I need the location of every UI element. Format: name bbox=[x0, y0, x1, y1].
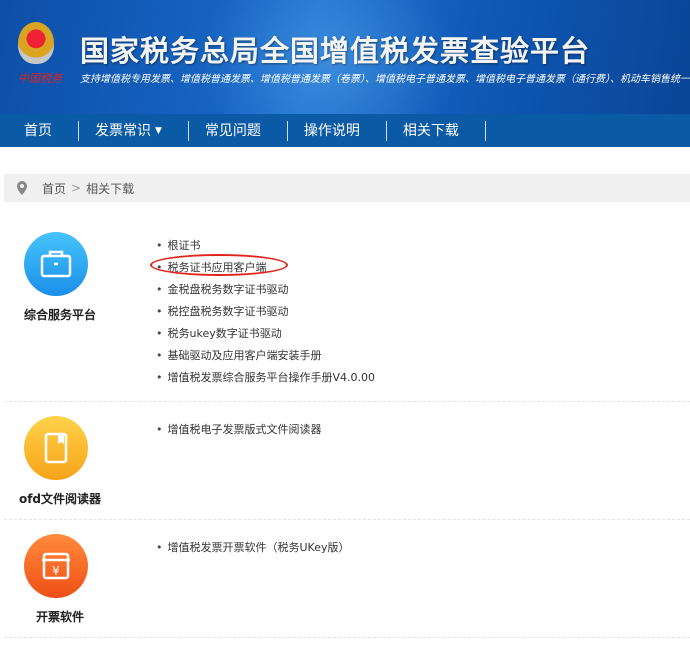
svg-text:¥: ¥ bbox=[52, 564, 60, 578]
chevron-down-icon: ▼ bbox=[155, 125, 162, 136]
section-label: 开票软件 bbox=[35, 610, 84, 624]
site-title: 国家税务总局全国增值税发票查验平台 bbox=[80, 34, 591, 68]
nav-downloads[interactable]: 相关下载 bbox=[387, 120, 486, 141]
download-link[interactable]: 税控盘税务数字证书驱动 bbox=[156, 303, 375, 325]
download-list: 增值税发票开票软件（税务UKey版） bbox=[156, 539, 350, 561]
section-label: ofd文件阅读器 bbox=[18, 492, 102, 506]
red-circle-annotation bbox=[150, 254, 288, 276]
site-subtitle: 支持增值税专用发票、增值税普通发票、增值税普通发票（卷票）、增值税电子普通发票、… bbox=[80, 74, 690, 85]
header-banner: 中国税务 国家税务总局全国增值税发票查验平台 支持增值税专用发票、增值税普通发票… bbox=[0, 0, 690, 114]
location-pin-icon bbox=[17, 181, 27, 195]
breadcrumb-home[interactable]: 首页 bbox=[42, 180, 66, 197]
nav-invoice-knowledge[interactable]: 发票常识 ▼ bbox=[79, 120, 189, 141]
book-icon bbox=[24, 416, 88, 480]
download-link[interactable]: 增值税电子发票版式文件阅读器 bbox=[156, 421, 322, 443]
download-list: 增值税电子发票版式文件阅读器 bbox=[156, 421, 322, 443]
nav-faq[interactable]: 常见问题 bbox=[189, 120, 288, 141]
download-link[interactable]: 基础驱动及应用客户端安装手册 bbox=[156, 347, 375, 369]
invoice-yuan-icon: ¥ bbox=[24, 534, 88, 598]
main-nav: 首页 发票常识 ▼ 常见问题 操作说明 相关下载 bbox=[0, 114, 690, 147]
briefcase-icon bbox=[24, 232, 88, 296]
breadcrumb: 首页 > 相关下载 bbox=[4, 174, 690, 202]
tax-seal-logo: 中国税务 bbox=[18, 72, 62, 85]
download-link[interactable]: 增值税发票开票软件（税务UKey版） bbox=[156, 539, 350, 561]
section-label: 综合服务平台 bbox=[23, 308, 96, 322]
breadcrumb-current: 相关下载 bbox=[86, 181, 135, 196]
nav-instructions[interactable]: 操作说明 bbox=[288, 120, 387, 141]
nav-home[interactable]: 首页 bbox=[10, 120, 79, 141]
download-link[interactable]: 增值税发票综合服务平台操作手册V4.0.00 bbox=[156, 369, 376, 391]
download-link[interactable]: 金税盘税务数字证书驱动 bbox=[156, 281, 375, 303]
national-emblem-logo bbox=[18, 22, 54, 64]
download-link[interactable]: 税务ukey数字证书驱动 bbox=[156, 325, 375, 347]
